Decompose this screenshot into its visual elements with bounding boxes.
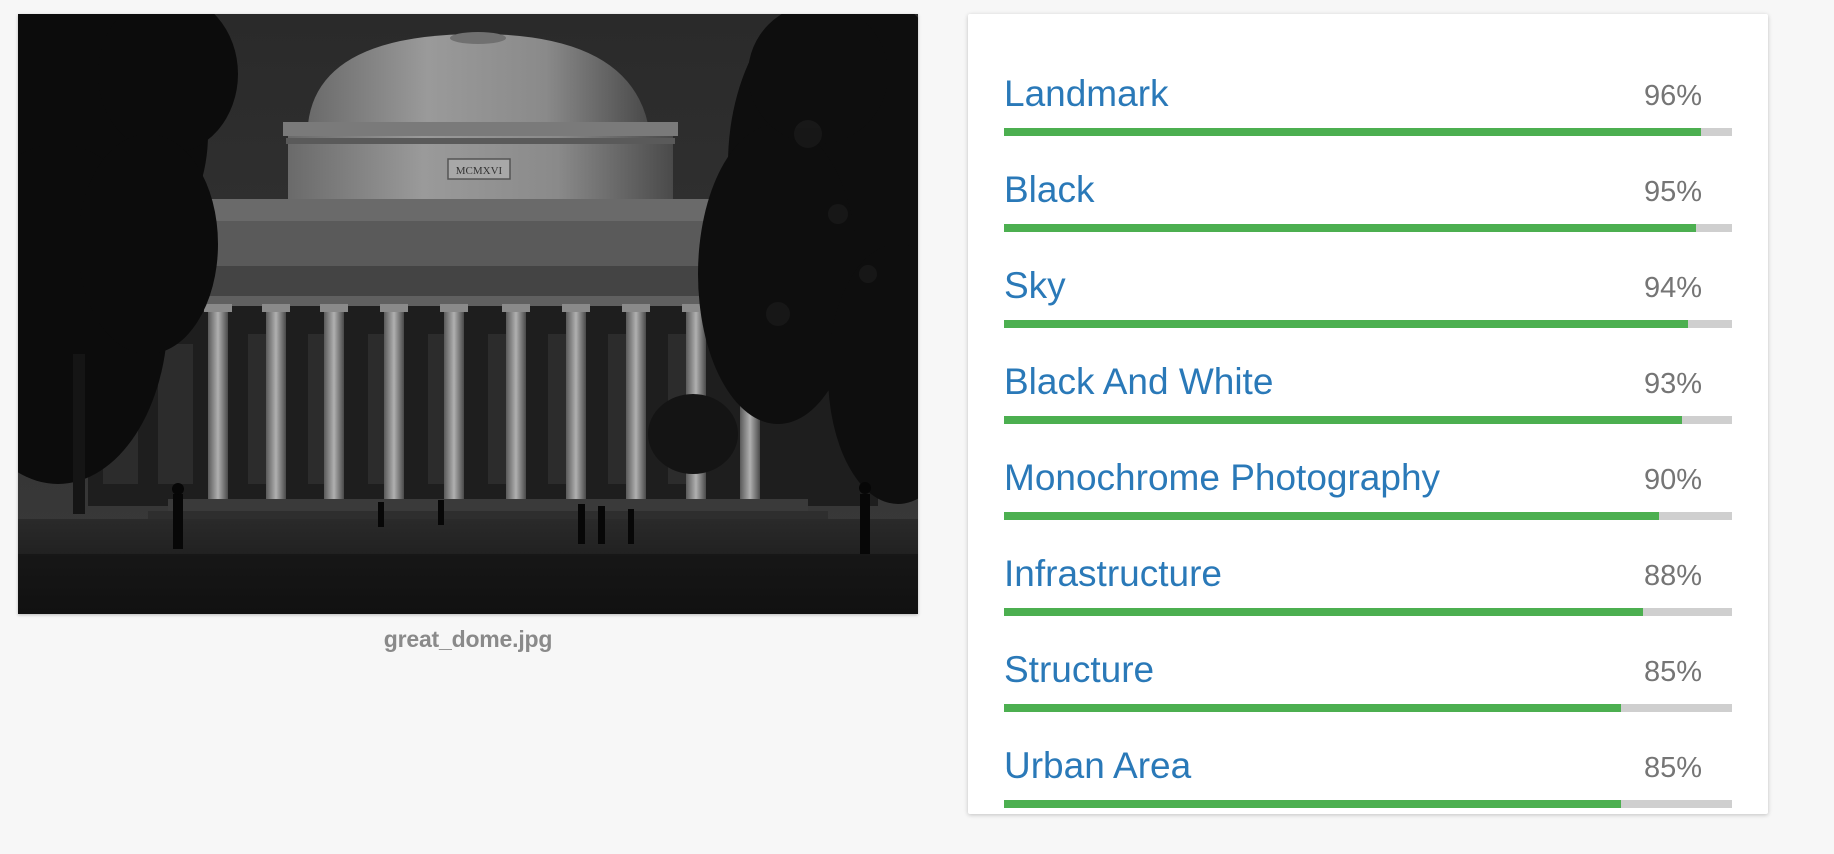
confidence-bar-fill: [1004, 320, 1689, 328]
label-name[interactable]: Infrastructure: [1004, 544, 1222, 604]
label-row-sky: Sky 94%: [1004, 256, 1732, 328]
label-row-black-and-white: Black And White 93%: [1004, 352, 1732, 424]
dome-inscription: MCMXVI: [456, 165, 503, 177]
label-row-structure: Structure 85%: [1004, 640, 1732, 712]
label-name[interactable]: Urban Area: [1004, 736, 1191, 796]
label-row-monochrome-photography: Monochrome Photography 90%: [1004, 448, 1732, 520]
label-row-black: Black 95%: [1004, 160, 1732, 232]
confidence-bar: [1004, 800, 1732, 808]
label-score: 85%: [1643, 752, 1702, 784]
confidence-bar-fill: [1004, 800, 1622, 808]
great-dome-photo: MCMXVI: [18, 14, 918, 614]
confidence-bar-fill: [1004, 704, 1622, 712]
label-row-infrastructure: Infrastructure 88%: [1004, 544, 1732, 616]
confidence-bar-fill: [1004, 416, 1682, 424]
confidence-bar-fill: [1004, 224, 1697, 232]
label-score: 90%: [1643, 464, 1702, 496]
label-name[interactable]: Black And White: [1004, 352, 1273, 412]
label-name[interactable]: Landmark: [1004, 64, 1169, 124]
confidence-bar: [1004, 224, 1732, 232]
confidence-bar: [1004, 320, 1732, 328]
confidence-bar: [1004, 704, 1732, 712]
image-preview-panel: MCMXVI great_dome.jpg: [18, 14, 918, 653]
label-name[interactable]: Structure: [1004, 640, 1154, 700]
label-score: 88%: [1643, 560, 1702, 592]
confidence-bar: [1004, 512, 1732, 520]
label-score: 85%: [1643, 656, 1702, 688]
label-score: 96%: [1643, 80, 1702, 112]
confidence-bar: [1004, 416, 1732, 424]
labels-results-card: Landmark 96% Black 95% Sky 94% Black And…: [968, 14, 1768, 814]
confidence-bar-fill: [1004, 128, 1702, 136]
label-score: 94%: [1643, 272, 1702, 304]
confidence-bar-fill: [1004, 608, 1644, 616]
label-name[interactable]: Black: [1004, 160, 1094, 220]
label-name[interactable]: Monochrome Photography: [1004, 448, 1440, 508]
confidence-bar: [1004, 128, 1732, 136]
label-name[interactable]: Sky: [1004, 256, 1066, 316]
label-row-landmark: Landmark 96%: [1004, 64, 1732, 136]
label-row-urban-area: Urban Area 85%: [1004, 736, 1732, 808]
image-filename: great_dome.jpg: [383, 626, 553, 652]
confidence-bar-fill: [1004, 512, 1660, 520]
uploaded-photo[interactable]: MCMXVI: [18, 14, 918, 614]
confidence-bar: [1004, 608, 1732, 616]
label-score: 95%: [1643, 176, 1702, 208]
label-score: 93%: [1643, 368, 1702, 400]
